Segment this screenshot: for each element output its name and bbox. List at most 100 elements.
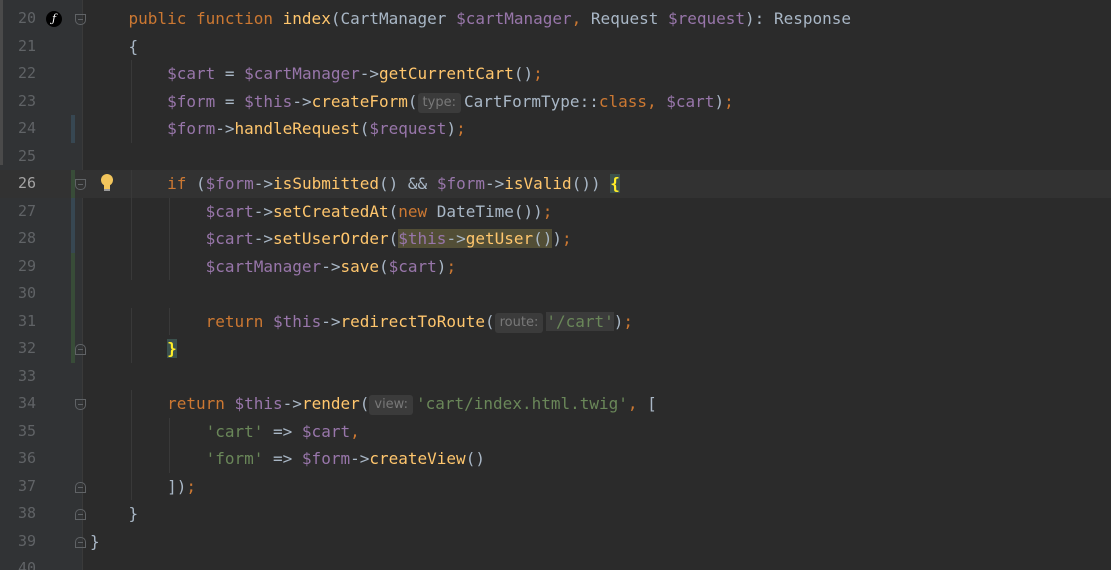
code-token: $cart: [205, 201, 254, 221]
code-text[interactable]: return $this->render(view:'cart/index.ht…: [90, 390, 657, 418]
vcs-change-marker[interactable]: [71, 307, 75, 335]
code-text[interactable]: }: [90, 500, 139, 528]
code-token: ): [533, 201, 543, 221]
code-token: ;: [562, 229, 572, 248]
code-line[interactable]: 34 return $this->render(view:'cart/index…: [0, 390, 1111, 418]
code-text[interactable]: return $this->redirectToRoute(route: '/ca…: [90, 308, 633, 336]
code-token: setUserOrder: [273, 229, 389, 248]
parameter-hint: type:: [417, 92, 461, 113]
line-number: 30: [17, 284, 36, 302]
code-token: ->: [350, 449, 370, 468]
code-token: $cartManager: [205, 256, 322, 276]
fold-collapse-icon[interactable]: [75, 14, 86, 25]
code-text[interactable]: $cartManager->save($cart);: [90, 253, 456, 281]
code-text[interactable]: 'form' => $form->createView(): [90, 445, 485, 473]
parameter-hint: view:: [369, 395, 413, 415]
code-token: $this: [398, 229, 447, 248]
code-token: getUser: [465, 229, 534, 248]
code-token: if: [167, 174, 196, 193]
code-line[interactable]: 36 'form' => $form->createView(): [0, 445, 1111, 473]
code-line[interactable]: 20 ƒ public function index(CartManager $c…: [0, 5, 1111, 33]
code-line[interactable]: 31 return $this->redirectToRoute(route: '…: [0, 307, 1111, 336]
fold-end-icon[interactable]: [75, 509, 86, 520]
fold-end-icon[interactable]: [75, 344, 86, 355]
vcs-change-marker[interactable]: [71, 197, 75, 225]
code-text[interactable]: {: [90, 33, 139, 61]
code-text[interactable]: public function index(CartManager $cartM…: [90, 5, 851, 33]
code-token: [: [647, 394, 657, 413]
vcs-change-marker[interactable]: [71, 252, 75, 280]
code-token: =: [215, 64, 245, 83]
code-token: ,: [647, 91, 667, 111]
code-line[interactable]: 24 $form->handleRequest($request);: [0, 115, 1111, 143]
code-line[interactable]: 28 $cart->setUserOrder($this->getUser())…: [0, 225, 1111, 253]
code-token: ->: [253, 174, 274, 193]
line-number: 40: [17, 559, 36, 570]
code-token: ;: [623, 311, 634, 331]
code-text[interactable]: }: [90, 528, 100, 556]
code-token: (CartManager: [330, 9, 457, 28]
code-token: ;: [533, 64, 543, 83]
fold-collapse-icon[interactable]: [75, 399, 86, 410]
code-token: =: [215, 91, 245, 111]
code-text[interactable]: $cart->setCreatedAt(new DateTime());: [90, 198, 553, 226]
vcs-change-marker[interactable]: [71, 115, 75, 143]
code-line[interactable]: 30: [0, 280, 1111, 308]
vcs-change-marker[interactable]: [71, 280, 75, 308]
code-text[interactable]: 'cart' => $cart,: [90, 418, 360, 446]
code-token: getCurrentCart: [379, 64, 514, 83]
code-token: (: [388, 229, 399, 248]
code-token: $this: [234, 394, 283, 413]
code-text[interactable]: $cart = $cartManager->getCurrentCart();: [90, 60, 543, 88]
code-line[interactable]: 37 ]);: [0, 472, 1111, 501]
fold-collapse-icon[interactable]: [75, 179, 86, 190]
vcs-change-marker[interactable]: [71, 225, 75, 253]
code-text[interactable]: $cart->setUserOrder($this->getUser());: [90, 225, 572, 253]
code-token: ): Response: [745, 9, 852, 28]
code-line[interactable]: 38 }: [0, 500, 1111, 528]
code-line[interactable]: 26 if ($form->isSubmitted() && $form->is…: [0, 170, 1111, 198]
code-line[interactable]: 25: [0, 143, 1111, 171]
symfony-route-icon[interactable]: ƒ: [46, 11, 62, 27]
code-token: 'form': [205, 449, 264, 468]
fold-end-icon[interactable]: [75, 481, 86, 493]
code-token: $form: [436, 174, 485, 193]
code-text[interactable]: }: [90, 335, 177, 363]
line-number: 39: [17, 531, 36, 550]
code-token: ->: [321, 311, 341, 331]
code-line[interactable]: 22 $cart = $cartManager->getCurrentCart(…: [0, 60, 1111, 88]
code-line[interactable]: 29 $cartManager->save($cart);: [0, 252, 1111, 281]
code-line[interactable]: 21 {: [0, 33, 1111, 61]
code-text[interactable]: $form = $this->createForm(type: CartFormT…: [90, 88, 734, 116]
code-line[interactable]: 35 'cart' => $cart,: [0, 417, 1111, 446]
line-number: 22: [17, 64, 36, 82]
code-line[interactable]: 33: [0, 363, 1111, 391]
code-token: =>: [263, 421, 302, 441]
code-editor[interactable]: 20 ƒ public function index(CartManager $c…: [0, 0, 1111, 570]
code-line[interactable]: 32 }: [0, 335, 1111, 363]
code-text[interactable]: $form->handleRequest($request);: [90, 115, 466, 143]
code-token: ->: [253, 229, 274, 248]
line-number: 34: [17, 394, 36, 412]
code-token: ->: [292, 91, 312, 111]
code-token: 'cart': [205, 421, 264, 441]
code-line[interactable]: 27 $cart->setCreatedAt(new DateTime());: [0, 197, 1111, 226]
code-line[interactable]: 40: [0, 555, 1111, 570]
code-token: ;: [186, 476, 196, 496]
code-token: {: [90, 36, 139, 56]
code-token: (): [465, 449, 485, 468]
code-token: ()): [571, 174, 611, 193]
code-line[interactable]: 23 $form = $this->createForm(type: CartFo…: [0, 87, 1111, 116]
code-text[interactable]: ]);: [90, 473, 196, 501]
code-line[interactable]: 39}: [0, 528, 1111, 556]
code-text[interactable]: if ($form->isSubmitted() && $form->isVal…: [90, 170, 620, 198]
fold-end-icon[interactable]: [75, 536, 86, 548]
code-token: ;: [542, 201, 553, 221]
code-token: render: [301, 394, 360, 413]
code-token: }: [167, 339, 177, 358]
